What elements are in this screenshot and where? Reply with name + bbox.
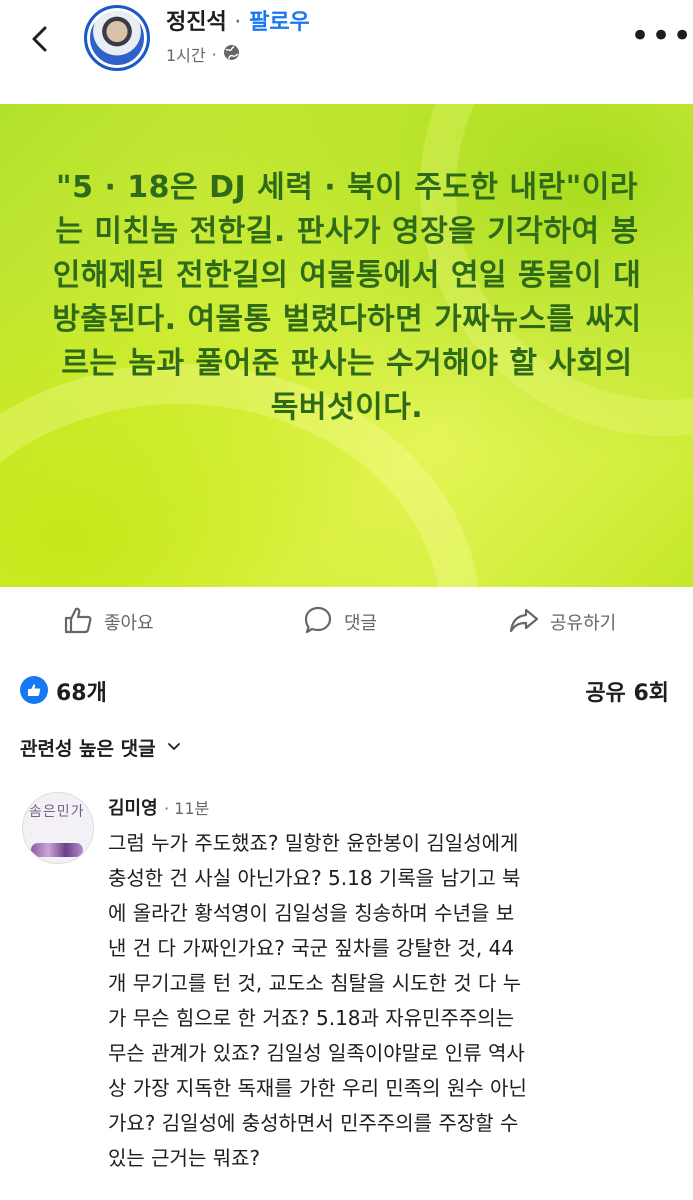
comment-header: 김미영 · 11분 [108,794,209,820]
commenter-avatar[interactable]: 솜은민가 [22,792,94,864]
name-separator: · [234,10,242,35]
post-text: "5 · 18은 DJ 세력 · 북이 주도한 내란"이라는 미친놈 전한길. … [52,170,642,425]
post-action-bar: 좋아요 댓글 공유하기 [0,598,693,646]
chevron-down-icon [166,737,182,759]
commenter-name[interactable]: 김미영 [108,798,158,819]
post-header: 정진석 · 팔로우 1시간 · ••• [0,0,693,96]
post-time[interactable]: 1시간 [166,42,206,66]
meta-dot: · [211,44,217,64]
like-button[interactable]: 좋아요 [62,598,154,646]
author-name[interactable]: 정진석 [166,10,227,35]
globe-icon [223,44,240,65]
back-icon[interactable] [26,24,56,54]
post-background-card: "5 · 18은 DJ 세력 · 북이 주도한 내란"이라는 미친놈 전한길. … [0,104,693,587]
share-button[interactable]: 공유하기 [508,598,616,646]
thumbs-up-icon [62,604,94,641]
like-label: 좋아요 [104,613,154,634]
author-avatar[interactable] [84,5,150,71]
comment-text: 그럼 누가 주도했죠? 밀항한 윤한봉이 김일성에게 충성한 건 사실 아닌가요… [108,831,527,1170]
comment-button[interactable]: 댓글 [302,598,377,646]
share-icon [508,604,540,641]
comment-sort-dropdown[interactable]: 관련성 높은 댓글 [20,734,182,761]
comment-icon [302,604,334,641]
share-label: 공유하기 [550,613,617,634]
author-line: 정진석 · 팔로우 [166,4,310,36]
like-count[interactable]: 68개 [56,675,107,707]
avatar-flower-decoration [31,843,83,857]
comment-sort-label: 관련성 높은 댓글 [20,738,156,760]
follow-button[interactable]: 팔로우 [249,10,310,35]
like-reaction-icon[interactable] [20,676,48,704]
post-meta: 1시간 · [166,42,240,66]
comment-label: 댓글 [344,613,378,634]
share-count[interactable]: 공유 6회 [585,675,669,707]
more-options-icon[interactable]: ••• [630,19,693,53]
reaction-stats: 68개 공유 6회 [0,672,693,708]
commenter-avatar-logo: 솜은민가 [29,804,85,820]
comment-time: · 11분 [163,799,210,818]
